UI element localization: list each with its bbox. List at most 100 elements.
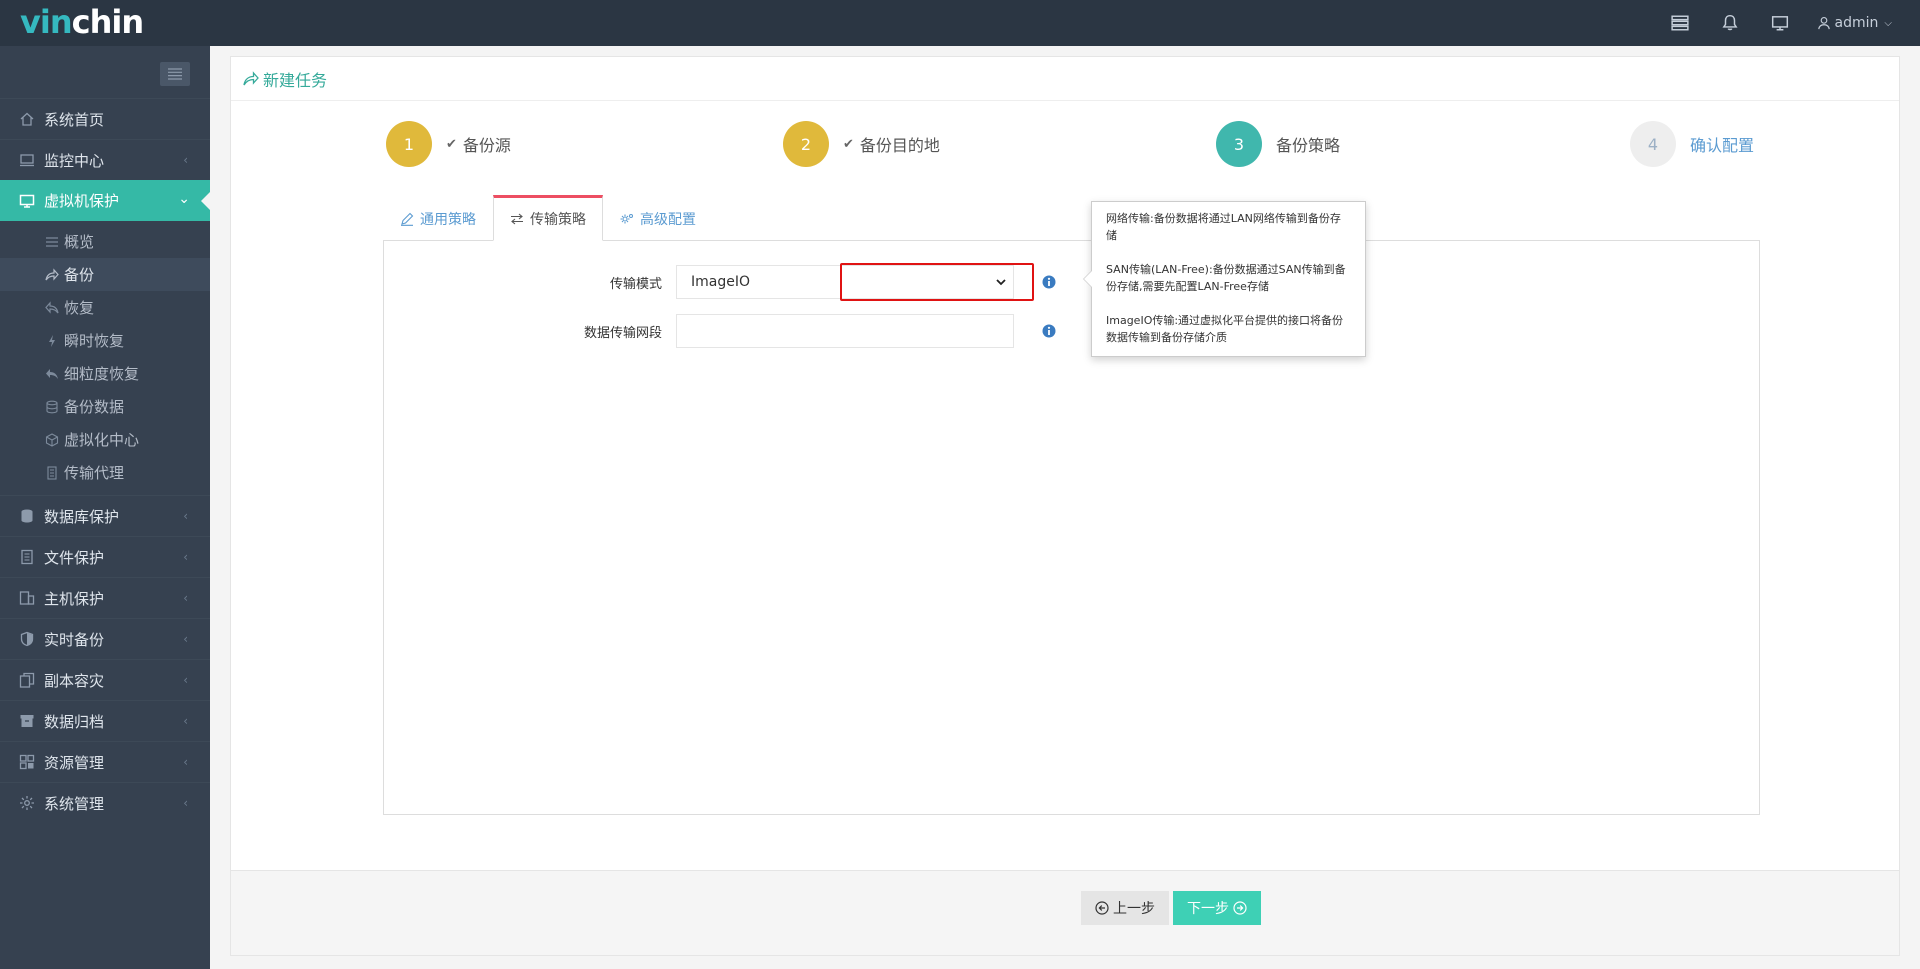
submenu-item-restore[interactable]: 恢复 <box>0 291 210 324</box>
step-2[interactable]: 2 ✔ 备份目的地 <box>783 121 940 167</box>
sidebar-item-label: 监控中心 <box>44 151 105 170</box>
arrow-circle-left-icon <box>1095 901 1109 915</box>
chevron-left-icon: ‹ <box>183 153 188 167</box>
step-4[interactable]: 4 确认配置 <box>1630 121 1754 167</box>
chevron-left-icon: ‹ <box>183 550 188 564</box>
step-label: 备份目的地 <box>859 136 940 155</box>
chevron-left-icon: ‹ <box>183 632 188 646</box>
submenu-item-granular-restore[interactable]: 细粒度恢复 <box>0 357 210 390</box>
share-icon <box>44 267 60 283</box>
transfer-segment-input[interactable] <box>676 314 1014 348</box>
tab-label: 通用策略 <box>420 211 476 228</box>
logo-text-vin: vin <box>20 3 73 41</box>
top-bar: vinchin admin ⌵ <box>0 0 1920 46</box>
sidebar-item-label: 系统首页 <box>44 110 105 129</box>
sidebar-item-label: 虚拟机保护 <box>44 192 120 210</box>
sidebar-item-label: 资源管理 <box>44 753 105 772</box>
transfer-segment-row: 数据传输网段 <box>384 314 1056 348</box>
sidebar-item-data-archive[interactable]: 数据归档 ‹ <box>0 700 210 741</box>
info-icon[interactable] <box>1042 275 1056 289</box>
user-menu[interactable]: admin ⌵ <box>1805 0 1920 46</box>
chevron-left-icon: ‹ <box>183 591 188 605</box>
logo-text-chin: chin <box>71 3 144 41</box>
check-icon: ✔ <box>843 136 854 152</box>
gears-icon <box>620 213 633 223</box>
sidebar-item-host-protection[interactable]: 主机保护 ‹ <box>0 577 210 618</box>
desktop-icon <box>18 192 36 210</box>
database-icon <box>18 507 36 525</box>
sidebar-item-label: 实时备份 <box>44 630 105 649</box>
transfer-mode-value: ImageIO <box>691 274 750 290</box>
submenu-item-overview[interactable]: 概览 <box>0 225 210 258</box>
step-label-wrap: ✔ 备份源 <box>446 132 511 156</box>
exchange-icon <box>511 213 523 225</box>
logo[interactable]: vinchin <box>20 3 144 41</box>
sidebar-item-replica-dr[interactable]: 副本容灾 ‹ <box>0 659 210 700</box>
sidebar-toggle-button[interactable] <box>160 62 190 86</box>
archive-icon <box>18 712 36 730</box>
chevron-left-icon: ‹ <box>183 796 188 810</box>
database-icon <box>44 399 60 415</box>
step-label: 备份源 <box>462 136 511 155</box>
bell-icon[interactable] <box>1705 0 1755 46</box>
info-icon[interactable] <box>1042 324 1056 338</box>
undo-icon <box>44 300 60 316</box>
sidebar-item-label: 副本容灾 <box>44 671 105 690</box>
tab-transfer-policy[interactable]: 传输策略 <box>493 195 603 241</box>
copy-icon <box>18 671 36 689</box>
sidebar-item-monitor[interactable]: 监控中心 ‹ <box>0 139 210 180</box>
chevron-left-icon: ‹ <box>183 755 188 769</box>
next-step-label: 下一步 <box>1187 901 1229 917</box>
chevron-down-icon: ⌵ <box>1884 17 1892 29</box>
step-number: 2 <box>783 121 829 167</box>
popover-line-san: SAN传输(LAN-Free):备份数据通过SAN传输到备份存储,需要先配置LA… <box>1106 263 1346 293</box>
submenu-item-virtualization-center[interactable]: 虚拟化中心 <box>0 423 210 456</box>
sidebar-item-vm-protection[interactable]: 虚拟机保护 ⌄ <box>0 180 210 221</box>
submenu-item-label: 瞬时恢复 <box>64 332 125 350</box>
sidebar-item-database-protection[interactable]: 数据库保护 ‹ <box>0 495 210 536</box>
server-list-icon[interactable] <box>1655 0 1705 46</box>
sidebar: 系统首页 监控中心 ‹ 虚拟机保护 ⌄ 概览 备份 恢复 瞬时恢复 细粒度恢复 … <box>0 46 210 969</box>
screen-icon[interactable] <box>1755 0 1805 46</box>
transfer-mode-label: 传输模式 <box>609 276 662 292</box>
previous-step-button[interactable]: 上一步 <box>1081 891 1169 925</box>
tab-advanced-config[interactable]: 高级配置 <box>603 195 713 241</box>
host-icon <box>18 589 36 607</box>
submenu-item-backup-data[interactable]: 备份数据 <box>0 390 210 423</box>
step-label-wrap: 确认配置 <box>1690 132 1754 156</box>
sidebar-item-file-protection[interactable]: 文件保护 ‹ <box>0 536 210 577</box>
sidebar-item-label: 系统管理 <box>44 794 105 813</box>
pencil-icon <box>401 212 414 226</box>
bolt-icon <box>44 333 60 349</box>
submenu-item-backup[interactable]: 备份 <box>0 258 210 291</box>
policy-tabs: 通用策略 传输策略 高级配置 <box>383 195 713 241</box>
user-name: admin <box>1834 15 1879 31</box>
grid-icon <box>18 753 36 771</box>
sidebar-menu: 系统首页 监控中心 ‹ 虚拟机保护 ⌄ 概览 备份 恢复 瞬时恢复 细粒度恢复 … <box>0 98 210 823</box>
step-number: 1 <box>386 121 432 167</box>
tab-general-policy[interactable]: 通用策略 <box>383 195 493 241</box>
vm-protection-submenu: 概览 备份 恢复 瞬时恢复 细粒度恢复 备份数据 虚拟化中心 传输代理 <box>0 221 210 495</box>
sidebar-item-realtime-backup[interactable]: 实时备份 ‹ <box>0 618 210 659</box>
step-label: 备份策略 <box>1276 136 1341 155</box>
user-icon <box>1817 17 1830 30</box>
submenu-item-label: 细粒度恢复 <box>64 365 140 383</box>
sidebar-item-system-management[interactable]: 系统管理 ‹ <box>0 782 210 823</box>
monitor-icon <box>18 151 36 169</box>
step-label: 确认配置 <box>1690 136 1755 155</box>
transfer-segment-label: 数据传输网段 <box>583 325 662 341</box>
arrow-circle-right-icon <box>1233 901 1247 915</box>
transfer-mode-popover: 网络传输:备份数据将通过LAN网络传输到备份存储 SAN传输(LAN-Free)… <box>1083 201 1366 357</box>
submenu-item-label: 概览 <box>64 233 95 251</box>
sidebar-item-label: 主机保护 <box>44 589 105 608</box>
shield-icon <box>18 630 36 648</box>
step-3[interactable]: 3 备份策略 <box>1216 121 1340 167</box>
sidebar-item-resource-management[interactable]: 资源管理 ‹ <box>0 741 210 782</box>
sidebar-item-home[interactable]: 系统首页 <box>0 98 210 139</box>
submenu-item-instant-restore[interactable]: 瞬时恢复 <box>0 324 210 357</box>
submenu-item-transfer-proxy[interactable]: 传输代理 <box>0 456 210 489</box>
transfer-mode-select[interactable]: ImageIO <box>676 265 1014 299</box>
step-1[interactable]: 1 ✔ 备份源 <box>386 121 511 167</box>
wizard-steps: 1 ✔ 备份源 2 ✔ 备份目的地 3 备份策略 4 确认配置 <box>231 121 1899 171</box>
next-step-button[interactable]: 下一步 <box>1173 891 1261 925</box>
